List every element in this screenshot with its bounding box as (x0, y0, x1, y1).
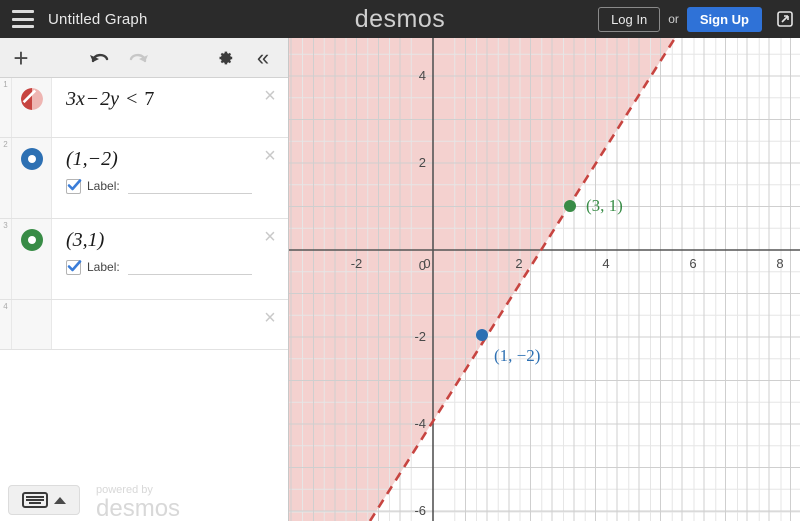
y-tick-label: -2 (414, 329, 426, 344)
expression-lhs: 3x (66, 88, 85, 110)
expression-row[interactable]: 2 (1,−2) Label: × (0, 138, 288, 219)
expression-text: 3x −2y <7 (66, 84, 254, 114)
login-button[interactable]: Log In (598, 6, 661, 32)
delete-expression-button[interactable]: × (260, 308, 280, 328)
powered-by-watermark: powered by desmos (96, 485, 180, 521)
y-tick-label: 2 (419, 155, 426, 170)
expression-content[interactable]: × (52, 300, 288, 349)
expression-list: 1 3x −2y <7 × 2 (1,−2) Label: × 3 (3,1) … (0, 78, 288, 521)
x-tick-label: 8 (776, 256, 783, 271)
y-tick-label: 4 (419, 68, 426, 83)
expression-relation: < (126, 88, 138, 110)
share-icon[interactable] (774, 8, 796, 30)
label-checkbox[interactable] (66, 178, 82, 194)
expression-text: (1,−2) (66, 148, 118, 170)
desmos-calculator: Untitled Graph desmos Log In or Sign Up … (0, 0, 800, 521)
expression-panel: + « 1 3x − 2y < 7 × 2 (1,−2) Label: × 3 … (0, 38, 289, 521)
delete-expression-button[interactable]: × (260, 227, 280, 247)
page-title: Untitled Graph (48, 10, 148, 28)
keyboard-toggle-button[interactable] (8, 485, 80, 515)
data-point-blue-label: (1, −2) (494, 346, 540, 365)
expression-content[interactable]: (1,−2) Label: × (52, 138, 288, 218)
expression-rhs: 7 (144, 88, 155, 110)
point-color-swatch[interactable] (12, 219, 52, 299)
y-tick-label: 0 (419, 258, 426, 273)
delete-expression-button[interactable]: × (260, 86, 280, 106)
expression-text: (3,1) (66, 229, 105, 251)
data-point-green[interactable] (564, 200, 576, 212)
y-tick-label: -4 (414, 416, 426, 431)
graph-svg: -2 0 2 4 6 8 4 2 0 -2 -4 -6 (1, −2) (3, … (289, 38, 800, 521)
undo-icon[interactable] (80, 38, 118, 78)
signup-button[interactable]: Sign Up (686, 6, 762, 32)
empty-color-swatch[interactable] (12, 300, 52, 349)
desmos-logo-text: desmos (354, 4, 446, 33)
or-label: or (668, 12, 679, 26)
redo-icon[interactable] (120, 38, 158, 78)
graph-canvas[interactable]: -2 0 2 4 6 8 4 2 0 -2 -4 -6 (1, −2) (3, … (289, 38, 800, 521)
x-tick-label: 4 (602, 256, 609, 271)
label-input[interactable] (127, 179, 252, 194)
label-input[interactable] (127, 260, 252, 275)
point-icon (20, 148, 43, 170)
point-label-row: Label: (66, 257, 254, 277)
data-point-green-label: (3, 1) (586, 196, 623, 215)
collapse-panel-button[interactable]: « (246, 38, 280, 78)
expression-content[interactable]: 3x −2y <7 × (52, 78, 288, 137)
x-tick-label: -2 (351, 256, 363, 271)
header-actions: Log In or Sign Up (598, 0, 800, 38)
data-point-blue[interactable] (476, 329, 488, 341)
row-number: 2 (0, 138, 12, 218)
expression-row[interactable]: 3 (3,1) Label: × (0, 219, 288, 300)
point-label-row: Label: (66, 176, 254, 196)
label-caption: Label: (87, 179, 120, 193)
row-number: 3 (0, 219, 12, 299)
inequality-icon (20, 88, 43, 110)
inequality-color-swatch[interactable] (12, 78, 52, 137)
powered-by-brand: desmos (96, 495, 181, 521)
caret-up-icon (54, 496, 66, 504)
row-number: 1 (0, 78, 12, 137)
row-number: 4 (0, 300, 12, 349)
expression-minus: − (86, 88, 99, 110)
expression-content[interactable]: (3,1) Label: × (52, 219, 288, 299)
expression-row[interactable]: 4 × (0, 300, 288, 350)
point-icon (20, 229, 43, 251)
expression-row[interactable]: 1 3x −2y <7 × (0, 78, 288, 138)
label-checkbox[interactable] (66, 259, 82, 275)
y-tick-label: -6 (414, 503, 426, 518)
point-color-swatch[interactable] (12, 138, 52, 218)
gear-icon[interactable] (208, 38, 242, 78)
x-tick-label: 6 (689, 256, 696, 271)
label-caption: Label: (87, 260, 120, 274)
keyboard-icon (22, 492, 48, 508)
hamburger-icon[interactable] (12, 10, 34, 28)
expression-toolbar: + « (0, 38, 288, 78)
expression-term2: 2y (100, 88, 120, 110)
app-header: Untitled Graph desmos Log In or Sign Up (0, 0, 800, 38)
delete-expression-button[interactable]: × (260, 146, 280, 166)
add-expression-button[interactable]: + (4, 38, 38, 78)
x-tick-label: 2 (515, 256, 522, 271)
